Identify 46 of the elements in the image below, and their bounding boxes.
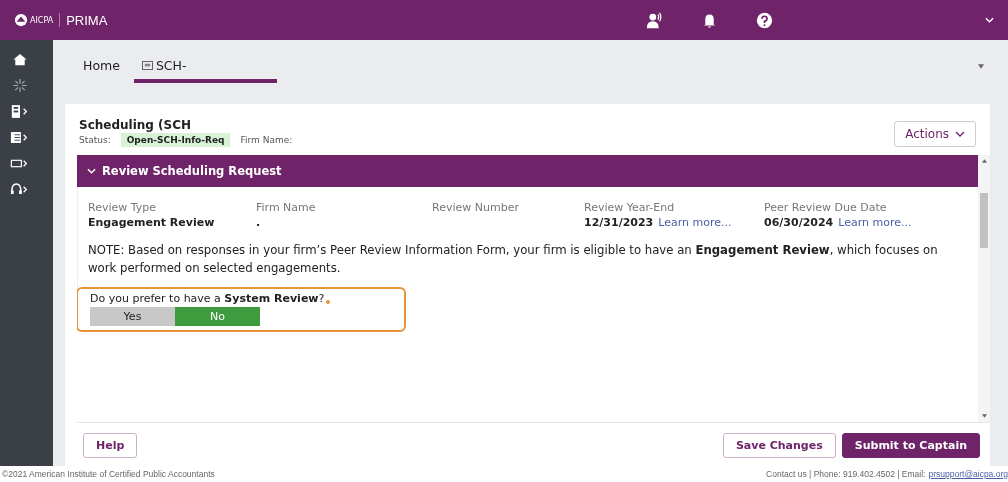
record-icon [141,60,153,70]
list-icon[interactable] [10,130,30,145]
field-label: Review Year-End [584,201,676,214]
record-title: Scheduling (SCH [79,118,193,132]
building-icon[interactable] [10,104,30,119]
field-label: Review Type [88,201,157,214]
field-value: 06/30/2024 [764,216,834,230]
field-label: Peer Review Due Date [764,201,888,214]
logo-icon [14,13,28,27]
save-changes-button[interactable]: Save Changes [722,433,836,458]
section-header[interactable]: Review Scheduling Request [77,155,978,187]
status-label: Status: [79,135,111,145]
note-text: NOTE: Based on responses in your firm’s Peer Review Information Form, your firm is eligible to have an Engagement Review, which focuses on work performed on selected engagements. [88,242,939,277]
actions-button[interactable]: Actions [894,121,976,147]
learn-more-link[interactable]: Learn more... [838,216,912,230]
chevron-icon [87,168,96,174]
product-name: PRIMA [66,12,108,28]
help-icon[interactable] [756,11,773,29]
scroll-thumb[interactable] [980,193,988,248]
scroll-up-icon[interactable] [981,159,987,163]
submit-button[interactable]: Submit to Captain [841,433,980,458]
firm-name-label: Firm Name: [240,135,293,145]
field-label: Firm Name [256,201,317,214]
help-button[interactable]: Help [83,433,138,458]
tab[interactable]: Home [75,49,128,83]
option-button[interactable]: No [175,307,260,327]
field-label: Review Number [432,201,520,214]
chevron-down-icon[interactable] [985,17,994,23]
field-value: . [256,216,261,230]
field-value: 12/31/2023 [584,216,654,230]
contact-text: Contact us | Phone: 919.402.4502 | Email: [766,469,926,479]
question-text: Do you prefer to have a System Review? [90,292,325,306]
learn-more-link[interactable]: Learn more... [658,216,732,230]
home-icon[interactable] [10,52,30,67]
person-speaking-icon[interactable] [646,11,663,29]
email-link[interactable]: prsupport@aicpa.org [928,469,1008,479]
field-value: Engagement Review [88,216,215,230]
copyright-text: ©2021 American Institute of Certified Public Accountants [2,469,215,479]
chevron-down-icon [955,131,965,137]
headset-icon[interactable] [10,182,30,197]
scroll-down-icon[interactable] [981,414,987,418]
brand-name: AICPA [30,15,54,25]
option-button[interactable]: Yes [90,307,175,327]
status-badge: Open-SCH-Info-Req [120,133,231,147]
tab[interactable]: SCH- [133,49,277,83]
dropdown-icon[interactable] [978,63,984,69]
